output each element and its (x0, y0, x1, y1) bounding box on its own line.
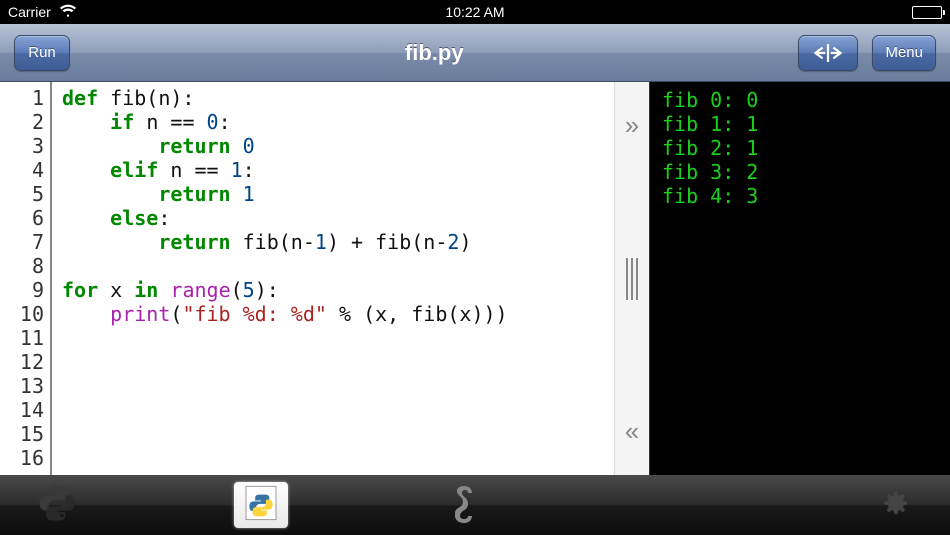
tab-repl[interactable] (438, 482, 492, 528)
bottom-tabbar (0, 475, 950, 535)
line-number: 6 (0, 206, 44, 230)
snake-icon (445, 483, 485, 528)
run-button[interactable]: Run (14, 35, 70, 71)
line-number: 8 (0, 254, 44, 278)
line-number: 16 (0, 446, 44, 470)
code-line[interactable] (62, 254, 614, 278)
ios-statusbar: Carrier 10:22 AM (0, 0, 950, 24)
code-line[interactable]: for x in range(5): (62, 278, 614, 302)
split-arrows-icon (811, 42, 845, 64)
line-number: 14 (0, 398, 44, 422)
menu-button[interactable]: Menu (872, 35, 936, 71)
line-number: 10 (0, 302, 44, 326)
line-number: 11 (0, 326, 44, 350)
python-logo-icon (37, 483, 77, 528)
carrier-label: Carrier (8, 4, 51, 20)
code-line[interactable]: print("fib %d: %d" % (x, fib(x))) (62, 302, 614, 326)
drag-handle-icon[interactable] (626, 258, 638, 300)
code-editor[interactable]: 12345678910111213141516 def fib(n): if n… (0, 82, 614, 475)
tab-python[interactable] (30, 482, 84, 528)
app-toolbar: Run fib.py Menu (0, 24, 950, 82)
line-gutter: 12345678910111213141516 (0, 82, 52, 475)
line-number: 5 (0, 182, 44, 206)
code-line[interactable]: return 1 (62, 182, 614, 206)
code-line[interactable] (62, 446, 614, 470)
code-line[interactable]: def fib(n): (62, 86, 614, 110)
line-number: 13 (0, 374, 44, 398)
line-number: 2 (0, 110, 44, 134)
code-line[interactable]: elif n == 1: (62, 158, 614, 182)
line-number: 1 (0, 86, 44, 110)
gear-icon (876, 486, 910, 525)
file-title: fib.py (82, 40, 786, 66)
clock-label: 10:22 AM (208, 4, 742, 20)
chevron-right-icon[interactable]: » (625, 110, 639, 141)
tab-current-file[interactable] (234, 482, 288, 528)
line-number: 3 (0, 134, 44, 158)
line-number: 15 (0, 422, 44, 446)
line-number: 9 (0, 278, 44, 302)
tab-settings[interactable] (866, 482, 920, 528)
split-view-button[interactable] (798, 35, 858, 71)
chevron-left-icon[interactable]: « (625, 416, 639, 447)
code-area[interactable]: def fib(n): if n == 0: return 0 elif n =… (52, 82, 614, 475)
wifi-icon (59, 4, 77, 21)
pane-divider[interactable]: » « (614, 82, 650, 475)
code-line[interactable] (62, 398, 614, 422)
code-line[interactable]: else: (62, 206, 614, 230)
code-line[interactable] (62, 374, 614, 398)
line-number: 4 (0, 158, 44, 182)
main-split: 12345678910111213141516 def fib(n): if n… (0, 82, 950, 475)
code-line[interactable] (62, 350, 614, 374)
code-line[interactable] (62, 422, 614, 446)
line-number: 12 (0, 350, 44, 374)
python-file-icon (241, 483, 281, 528)
code-line[interactable]: return 0 (62, 134, 614, 158)
battery-icon (912, 6, 942, 19)
output-console[interactable]: fib 0: 0 fib 1: 1 fib 2: 1 fib 3: 2 fib … (650, 82, 950, 475)
code-line[interactable]: if n == 0: (62, 110, 614, 134)
code-line[interactable] (62, 326, 614, 350)
line-number: 7 (0, 230, 44, 254)
code-line[interactable]: return fib(n-1) + fib(n-2) (62, 230, 614, 254)
